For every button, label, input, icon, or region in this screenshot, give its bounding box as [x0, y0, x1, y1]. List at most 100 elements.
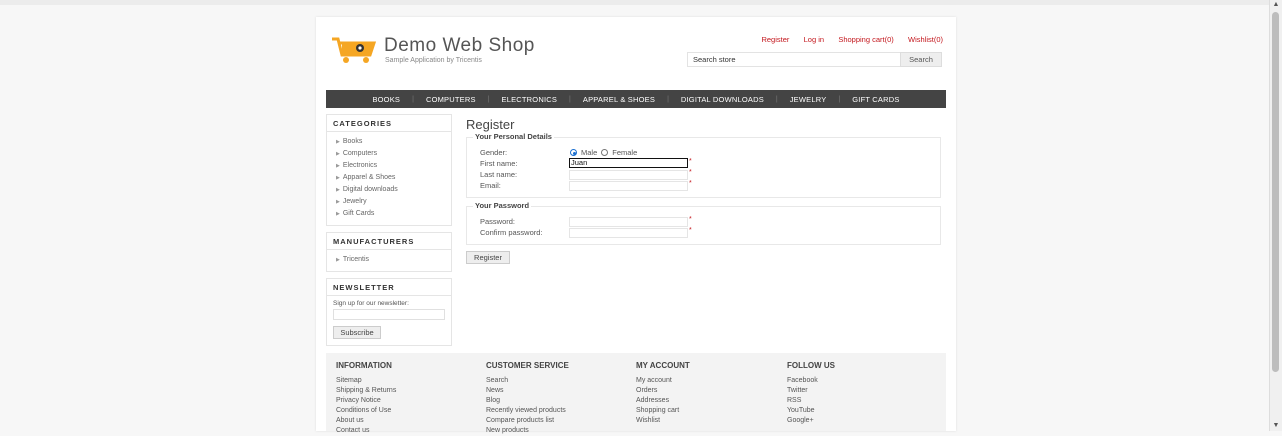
manufacturers-block: MANUFACTURERS ▶ Tricentis — [326, 232, 452, 272]
side-column: CATEGORIES ▶ Books ▶ Computers ▶ Electronic… — [326, 114, 452, 352]
footer-link[interactable]: Orders — [636, 386, 690, 396]
newsletter-email-input[interactable] — [333, 309, 445, 320]
category-item[interactable]: ▶ Books — [336, 136, 451, 148]
footer-link[interactable]: Shipping & Returns — [336, 386, 396, 396]
footer-link[interactable]: Privacy Notice — [336, 396, 396, 406]
footer-link[interactable]: Contact us — [336, 426, 396, 436]
login-link[interactable]: Log in — [804, 35, 824, 44]
footer-link[interactable]: Blog — [486, 396, 569, 406]
register-link[interactable]: Register — [761, 35, 789, 44]
newsletter-title: NEWSLETTER — [327, 279, 451, 296]
triangle-right-icon: ▶ — [336, 139, 340, 145]
footer-link[interactable]: About us — [336, 416, 396, 426]
page-container: Demo Web Shop Sample Application by Tric… — [316, 17, 956, 434]
footer-link[interactable]: News — [486, 386, 569, 396]
footer-link[interactable]: YouTube — [787, 406, 835, 416]
gender-female-radio[interactable] — [601, 149, 609, 156]
scroll-up-icon[interactable]: ▲ — [1272, 1, 1280, 9]
search-button[interactable]: Search — [900, 52, 942, 67]
newsletter-text: Sign up for our newsletter: — [333, 300, 409, 307]
categories-title: CATEGORIES — [327, 115, 451, 132]
personal-details-section: Your Personal Details Gender: Male Femal… — [466, 132, 941, 198]
nav-electronics[interactable]: ELECTRONICS — [490, 95, 570, 104]
category-item[interactable]: ▶ Digital downloads — [336, 184, 451, 196]
gender-female-label[interactable]: Female — [612, 148, 637, 157]
scrollbar-thumb[interactable] — [1272, 12, 1279, 372]
nav-jewelry[interactable]: JEWELRY — [778, 95, 839, 104]
category-item[interactable]: ▶ Apparel & Shoes — [336, 172, 451, 184]
email-input[interactable] — [569, 181, 688, 191]
footer-link[interactable]: Compare products list — [486, 416, 569, 426]
category-item[interactable]: ▶ Jewelry — [336, 196, 451, 208]
nav-gift-cards[interactable]: GIFT CARDS — [840, 95, 911, 104]
first-name-input[interactable]: Juan — [569, 158, 688, 168]
search-box: Search store Search — [687, 52, 942, 67]
first-name-label: First name: — [480, 159, 518, 168]
page-scrollbar[interactable]: ▲ ▼ — [1269, 0, 1282, 431]
gender-label: Gender: — [480, 148, 508, 157]
category-item[interactable]: ▶ Gift Cards — [336, 208, 451, 220]
last-name-label: Last name: — [480, 170, 518, 179]
confirm-password-input[interactable] — [569, 228, 688, 238]
footer-link[interactable]: Wishlist — [636, 416, 690, 426]
footer-link[interactable]: Shopping cart — [636, 406, 690, 416]
footer-link[interactable]: My account — [636, 376, 690, 386]
manufacturer-item[interactable]: ▶ Tricentis — [336, 254, 451, 266]
triangle-right-icon: ▶ — [336, 257, 340, 263]
footer-customer-service: CUSTOMER SERVICE Search News Blog Recent… — [486, 361, 569, 436]
triangle-right-icon: ▶ — [336, 175, 340, 181]
scroll-down-icon[interactable]: ▼ — [1272, 422, 1280, 430]
top-menu: BOOKS | COMPUTERS | ELECTRONICS | APPAREL &… — [326, 90, 946, 108]
first-name-row: First name: Juan * — [467, 158, 940, 169]
password-section: Your Password Password: * Confirm passwo… — [466, 201, 941, 245]
footer-link[interactable]: Addresses — [636, 396, 690, 406]
nav-computers[interactable]: COMPUTERS — [414, 95, 488, 104]
footer-my-account-title: MY ACCOUNT — [636, 361, 690, 370]
triangle-right-icon: ▶ — [336, 163, 340, 169]
last-name-row: Last name: * — [467, 169, 940, 180]
gender-row: Gender: Male Female — [467, 147, 940, 158]
footer-link[interactable]: Conditions of Use — [336, 406, 396, 416]
search-input[interactable]: Search store — [687, 52, 902, 67]
triangle-right-icon: ▶ — [336, 199, 340, 205]
nav-digital-downloads[interactable]: DIGITAL DOWNLOADS — [669, 95, 776, 104]
category-item[interactable]: ▶ Electronics — [336, 160, 451, 172]
site-logo[interactable]: Demo Web Shop Sample Application by Tric… — [330, 35, 540, 71]
required-mark: * — [689, 227, 692, 234]
subscribe-button[interactable]: Subscribe — [333, 326, 381, 339]
footer-link[interactable]: New products — [486, 426, 569, 436]
password-legend: Your Password — [473, 201, 532, 210]
footer-link[interactable]: Recently viewed products — [486, 406, 569, 416]
footer-link[interactable]: RSS — [787, 396, 835, 406]
category-item[interactable]: ▶ Computers — [336, 148, 451, 160]
wishlist-link[interactable]: Wishlist(0) — [908, 35, 943, 44]
newsletter-block: NEWSLETTER Sign up for our newsletter: S… — [326, 278, 452, 346]
footer: INFORMATION Sitemap Shipping & Returns P… — [326, 353, 946, 434]
gender-male-label[interactable]: Male — [581, 148, 597, 157]
footer-customer-service-title: CUSTOMER SERVICE — [486, 361, 569, 370]
last-name-input[interactable] — [569, 170, 688, 180]
password-input[interactable] — [569, 217, 688, 227]
nav-apparel-shoes[interactable]: APPAREL & SHOES — [571, 95, 667, 104]
register-form: Register Your Personal Details Gender: M… — [466, 117, 941, 264]
shopping-cart-link[interactable]: Shopping cart(0) — [838, 35, 893, 44]
triangle-right-icon: ▶ — [336, 211, 340, 217]
email-row: Email: * — [467, 180, 940, 191]
footer-information: INFORMATION Sitemap Shipping & Returns P… — [336, 361, 396, 436]
footer-my-account: MY ACCOUNT My account Orders Addresses S… — [636, 361, 690, 426]
footer-link[interactable]: Google+ — [787, 416, 835, 426]
footer-link[interactable]: Facebook — [787, 376, 835, 386]
triangle-right-icon: ▶ — [336, 187, 340, 193]
required-mark: * — [689, 158, 692, 165]
footer-link[interactable]: Search — [486, 376, 569, 386]
register-button[interactable]: Register — [466, 251, 510, 264]
logo-subtitle: Sample Application by Tricentis — [385, 57, 482, 64]
password-row: Password: * — [467, 216, 940, 227]
footer-link[interactable]: Twitter — [787, 386, 835, 396]
footer-link[interactable]: Sitemap — [336, 376, 396, 386]
gender-male-radio[interactable] — [570, 149, 577, 156]
footer-information-title: INFORMATION — [336, 361, 392, 370]
nav-books[interactable]: BOOKS — [360, 95, 412, 104]
footer-follow-us: FOLLOW US Facebook Twitter RSS YouTube G… — [787, 361, 835, 426]
required-mark: * — [689, 216, 692, 223]
